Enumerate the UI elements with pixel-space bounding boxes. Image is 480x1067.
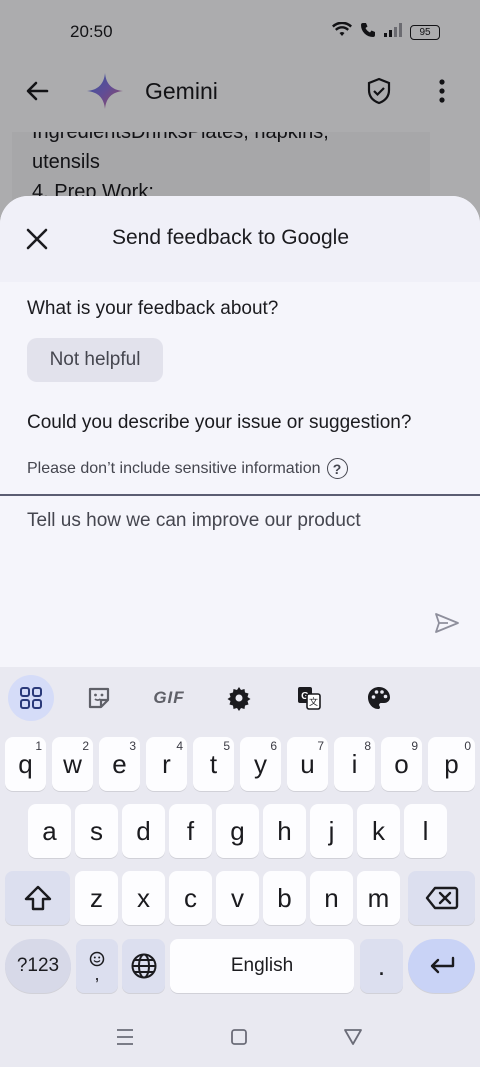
help-icon[interactable]: ? <box>326 458 348 479</box>
key-q[interactable]: q1 <box>5 737 46 791</box>
key-number-hint: 3 <box>129 739 136 753</box>
key-y[interactable]: y6 <box>240 737 281 791</box>
close-button[interactable] <box>22 224 52 254</box>
recents-icon[interactable] <box>110 1025 140 1049</box>
keyboard-toolbar: GIF G文 <box>0 667 480 729</box>
key-a[interactable]: a <box>28 804 71 858</box>
feedback-about-label: What is your feedback about? <box>27 298 279 319</box>
input-divider <box>0 494 480 496</box>
globe-icon <box>131 953 156 979</box>
backspace-key[interactable] <box>408 871 475 925</box>
key-u[interactable]: u7 <box>287 737 328 791</box>
key-e[interactable]: e3 <box>99 737 140 791</box>
key-m[interactable]: m <box>357 871 400 925</box>
key-letter: q <box>18 748 33 779</box>
shift-key[interactable] <box>5 871 70 925</box>
key-c[interactable]: c <box>169 871 212 925</box>
describe-issue-label: Could you describe your issue or suggest… <box>27 412 412 433</box>
theme-button[interactable] <box>356 675 402 721</box>
translate-icon: G文 <box>298 687 321 710</box>
key-j[interactable]: j <box>310 804 353 858</box>
send-button[interactable] <box>432 608 462 638</box>
key-letter: e <box>112 748 127 779</box>
settings-button[interactable] <box>216 675 262 721</box>
key-letter: i <box>351 748 358 779</box>
key-number-hint: 1 <box>35 739 42 753</box>
gear-icon <box>227 687 251 711</box>
key-r[interactable]: r4 <box>146 737 187 791</box>
key-h[interactable]: h <box>263 804 306 858</box>
emoji-comma-key[interactable]: , <box>76 939 118 993</box>
backspace-icon <box>425 886 458 910</box>
key-b[interactable]: b <box>263 871 306 925</box>
key-i[interactable]: i8 <box>334 737 375 791</box>
key-k[interactable]: k <box>357 804 400 858</box>
apps-grid-icon <box>20 687 42 709</box>
comma-label: , <box>94 964 100 984</box>
sticker-icon <box>88 687 110 709</box>
key-letter: r <box>162 748 171 779</box>
key-number-hint: 5 <box>223 739 230 753</box>
key-letter: y <box>254 748 267 779</box>
key-o[interactable]: o9 <box>381 737 422 791</box>
language-key[interactable] <box>122 939 165 993</box>
sticker-button[interactable] <box>76 675 122 721</box>
send-icon <box>435 613 459 633</box>
key-x[interactable]: x <box>122 871 165 925</box>
key-letter: t <box>209 748 218 779</box>
svg-text:文: 文 <box>309 696 318 708</box>
close-icon <box>26 228 48 250</box>
key-l[interactable]: l <box>404 804 447 858</box>
sensitive-info-hint: Please don’t include sensitive informati… <box>27 458 348 479</box>
key-letter: w <box>63 748 82 779</box>
key-number-hint: 0 <box>464 739 471 753</box>
apps-grid-button[interactable] <box>8 675 54 721</box>
space-key[interactable]: English <box>170 939 354 993</box>
back-icon[interactable] <box>338 1025 368 1049</box>
key-f[interactable]: f <box>169 804 212 858</box>
key-letter: u <box>300 748 315 779</box>
key-number-hint: 6 <box>270 739 277 753</box>
key-g[interactable]: g <box>216 804 259 858</box>
hint-text: Please don’t include sensitive informati… <box>27 459 321 477</box>
key-letter: o <box>394 748 409 779</box>
sheet-header: Send feedback to Google <box>0 196 480 282</box>
key-letter: p <box>444 748 459 779</box>
key-t[interactable]: t5 <box>193 737 234 791</box>
key-w[interactable]: w2 <box>52 737 93 791</box>
key-d[interactable]: d <box>122 804 165 858</box>
symbols-key[interactable]: ?123 <box>5 939 71 993</box>
enter-key[interactable] <box>408 939 475 993</box>
palette-icon <box>368 687 390 709</box>
feedback-input[interactable] <box>14 502 414 612</box>
home-icon[interactable] <box>224 1025 254 1049</box>
key-number-hint: 8 <box>364 739 371 753</box>
not-helpful-chip[interactable]: Not helpful <box>27 338 163 382</box>
sheet-title: Send feedback to Google <box>112 226 350 249</box>
key-s[interactable]: s <box>75 804 118 858</box>
key-p[interactable]: p0 <box>428 737 475 791</box>
key-z[interactable]: z <box>75 871 118 925</box>
key-v[interactable]: v <box>216 871 259 925</box>
key-number-hint: 4 <box>176 739 183 753</box>
key-number-hint: 9 <box>411 739 418 753</box>
feedback-sheet: Send feedback to Google What is your fee… <box>0 196 480 667</box>
key-number-hint: 2 <box>82 739 89 753</box>
key-number-hint: 7 <box>317 739 324 753</box>
translate-button[interactable]: G文 <box>286 675 332 721</box>
key-n[interactable]: n <box>310 871 353 925</box>
system-nav-bar <box>0 1007 480 1067</box>
gif-icon: GIF <box>153 688 185 707</box>
enter-icon <box>430 956 454 974</box>
shift-icon <box>24 885 51 911</box>
gif-button[interactable]: GIF <box>146 675 192 721</box>
period-key[interactable]: . <box>360 939 403 993</box>
